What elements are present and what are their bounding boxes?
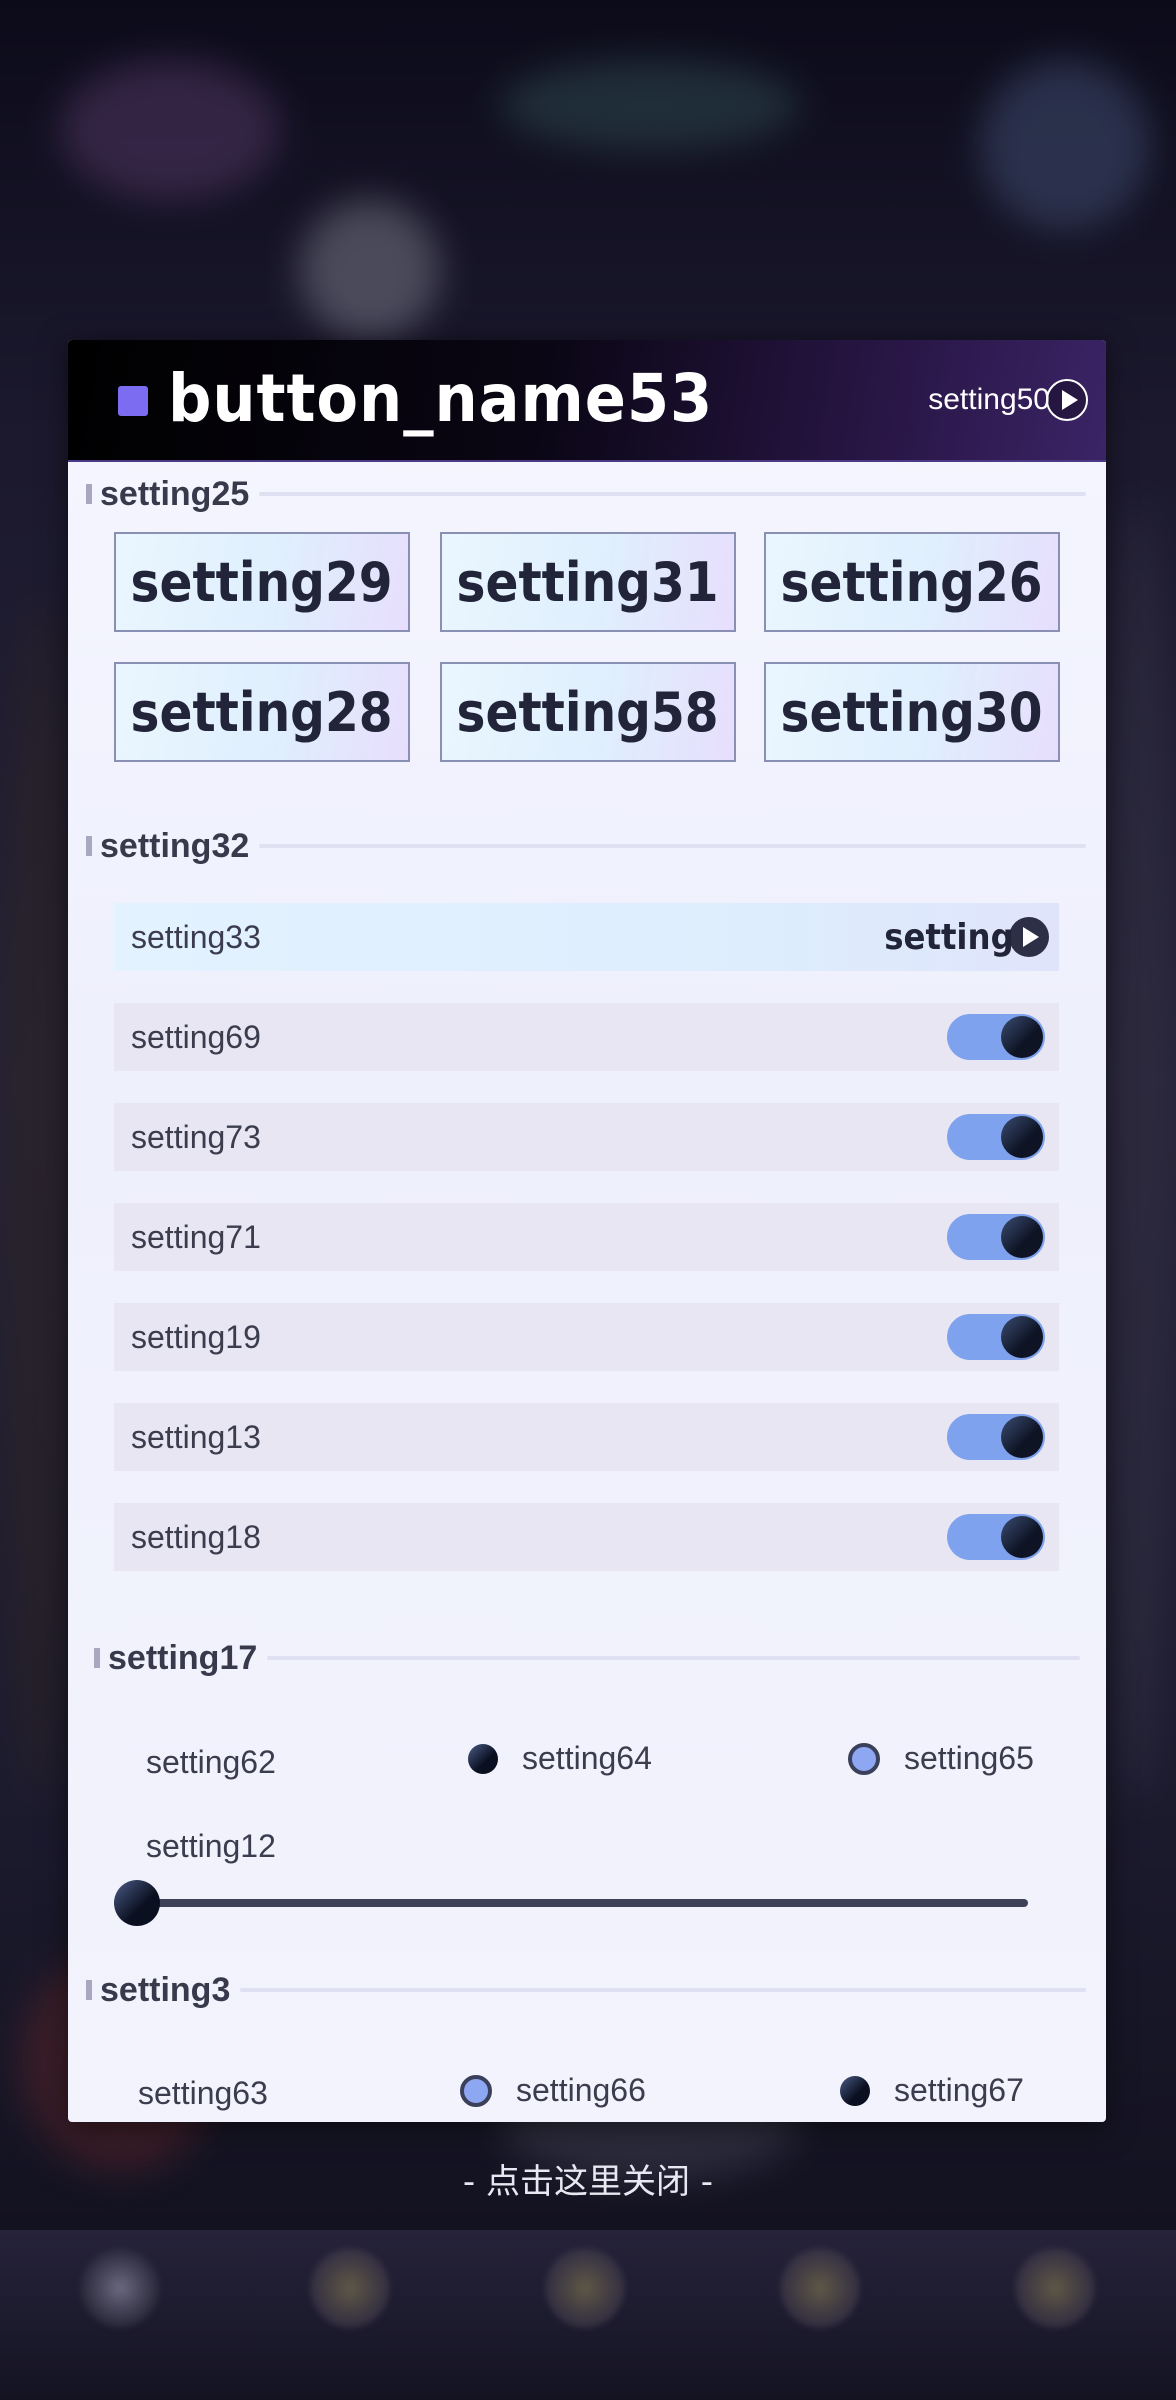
toggle-knob xyxy=(1001,1516,1043,1558)
radio-option-setting66[interactable]: setting66 xyxy=(460,2072,646,2109)
close-hint-button[interactable]: - 点击这里关闭 - xyxy=(0,2154,1176,2203)
section-divider xyxy=(259,844,1086,848)
radio-group-label: setting62 xyxy=(146,1744,276,1780)
toggle-row: setting69 xyxy=(114,1003,1059,1071)
toggle-row: setting73 xyxy=(114,1103,1059,1171)
section-title: setting17 xyxy=(108,1638,258,1677)
grid-button-4[interactable]: setting28 xyxy=(114,662,410,762)
nav-flag-icon xyxy=(1015,2248,1095,2328)
row-label: setting18 xyxy=(131,1519,261,1555)
toggle-switch[interactable] xyxy=(947,1514,1045,1560)
radio-option-setting67[interactable]: setting67 xyxy=(840,2072,1024,2109)
section-marker-icon xyxy=(86,836,92,856)
nav-character-icon xyxy=(80,2248,160,2328)
grid-button-2[interactable]: setting31 xyxy=(440,532,736,632)
section-divider xyxy=(259,492,1086,496)
settings-panel: button_name53 setting50 setting25 settin… xyxy=(68,340,1106,2122)
nav-item-5[interactable] xyxy=(955,2240,1155,2390)
row-label: setting69 xyxy=(131,1019,261,1055)
toggle-row: setting13 xyxy=(114,1403,1059,1471)
toggle-switch[interactable] xyxy=(947,1314,1045,1360)
toggle-switch[interactable] xyxy=(947,1114,1045,1160)
radio-option-label: setting64 xyxy=(522,1740,652,1776)
radio-unselected-icon xyxy=(468,1743,498,1774)
toggle-switch[interactable] xyxy=(947,1014,1045,1060)
section-header-setting25: setting25 xyxy=(86,474,1086,514)
play-icon xyxy=(1046,379,1088,421)
row-link-button[interactable]: setting xyxy=(877,913,1049,961)
toggle-switch[interactable] xyxy=(947,1414,1045,1460)
slider-handle[interactable] xyxy=(114,1880,160,1926)
title-marker-icon xyxy=(118,386,148,416)
panel-header: button_name53 setting50 xyxy=(68,340,1106,462)
section-divider xyxy=(267,1656,1080,1660)
panel-title: button_name53 xyxy=(168,360,714,437)
radio-option-label: setting65 xyxy=(904,1740,1034,1776)
grid-button-label: setting28 xyxy=(130,680,394,744)
radio-option-setting65[interactable]: setting65 xyxy=(848,1740,1034,1777)
row-label: setting19 xyxy=(131,1319,261,1355)
toggle-knob xyxy=(1001,1216,1043,1258)
row-label: setting73 xyxy=(131,1119,261,1155)
row-label: setting13 xyxy=(131,1419,261,1455)
section-marker-icon xyxy=(86,484,92,504)
row-label: setting71 xyxy=(131,1219,261,1255)
section-title: setting3 xyxy=(100,1970,231,2009)
nav-trophy-icon xyxy=(780,2248,860,2328)
toggle-row: setting19 xyxy=(114,1303,1059,1371)
radio-option-label: setting67 xyxy=(894,2072,1024,2108)
section-divider xyxy=(240,1988,1086,1992)
section-header-setting3: setting3 xyxy=(86,1970,1086,2010)
nav-star-icon xyxy=(310,2248,390,2328)
radio-selected-icon xyxy=(460,2074,492,2107)
radio-option-setting64[interactable]: setting64 xyxy=(468,1740,652,1777)
section-header-setting32: setting32 xyxy=(86,826,1086,866)
section-marker-icon xyxy=(86,1980,92,2000)
grid-button-label: setting58 xyxy=(456,680,720,744)
play-icon xyxy=(1009,917,1049,957)
section-title: setting32 xyxy=(100,826,250,865)
radio-option-label: setting66 xyxy=(516,2072,646,2108)
slider-label: setting12 xyxy=(146,1828,276,1864)
grid-button-1[interactable]: setting29 xyxy=(114,532,410,632)
radio-unselected-icon xyxy=(840,2075,870,2106)
row-link-label: setting xyxy=(884,916,1014,958)
toggle-knob xyxy=(1001,1116,1043,1158)
nav-item-4[interactable] xyxy=(720,2240,920,2390)
section-header-setting17: setting17 xyxy=(94,1638,1080,1678)
toggle-switch[interactable] xyxy=(947,1214,1045,1260)
toggle-knob xyxy=(1001,1416,1043,1458)
grid-button-5[interactable]: setting58 xyxy=(440,662,736,762)
grid-button-label: setting29 xyxy=(130,550,394,614)
grid-button-6[interactable]: setting30 xyxy=(764,662,1060,762)
link-row[interactable]: setting33 setting xyxy=(114,903,1059,971)
nav-item-2[interactable] xyxy=(250,2240,450,2390)
header-link-button[interactable]: setting50 xyxy=(928,378,1088,422)
nav-item-1[interactable] xyxy=(20,2240,220,2390)
bottom-nav-bar xyxy=(0,2230,1176,2400)
nav-gem-icon xyxy=(545,2248,625,2328)
toggle-knob xyxy=(1001,1016,1043,1058)
section-marker-icon xyxy=(94,1648,100,1668)
grid-button-label: setting31 xyxy=(456,550,720,614)
section-title: setting25 xyxy=(100,474,250,513)
grid-button-3[interactable]: setting26 xyxy=(764,532,1060,632)
toggle-row: setting71 xyxy=(114,1203,1059,1271)
header-link-label: setting50 xyxy=(928,383,1050,416)
radio-selected-icon xyxy=(848,1742,880,1775)
row-label: setting33 xyxy=(131,919,261,955)
toggle-knob xyxy=(1001,1316,1043,1358)
slider-track[interactable] xyxy=(138,1899,1028,1907)
toggle-row: setting18 xyxy=(114,1503,1059,1571)
nav-item-3[interactable] xyxy=(485,2240,685,2390)
grid-button-label: setting30 xyxy=(780,680,1044,744)
grid-button-label: setting26 xyxy=(780,550,1044,614)
radio-group-label: setting63 xyxy=(138,2075,268,2111)
